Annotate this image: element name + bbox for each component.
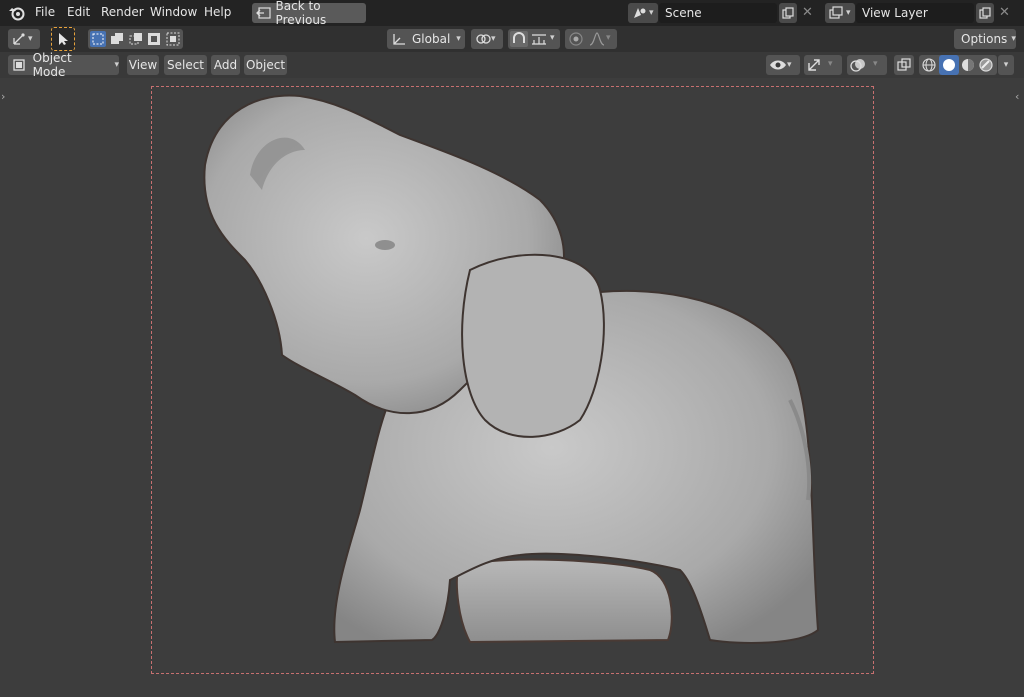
solid-shading-icon[interactable] bbox=[939, 55, 959, 75]
orientation-axes-icon bbox=[393, 34, 405, 45]
scene-icon bbox=[634, 8, 646, 18]
chevron-down-icon[interactable]: ▾ bbox=[606, 33, 611, 43]
snap-increment-icon[interactable] bbox=[531, 31, 547, 47]
menu-select[interactable]: Select bbox=[164, 55, 207, 75]
menu-window[interactable]: Window bbox=[150, 5, 197, 19]
menu-render[interactable]: Render bbox=[101, 5, 144, 19]
object-mode-icon bbox=[13, 59, 25, 71]
options-label: Options bbox=[961, 32, 1008, 46]
options-dropdown[interactable]: Options ▾ bbox=[954, 29, 1016, 49]
menu-file[interactable]: File bbox=[35, 5, 55, 19]
3d-viewport[interactable]: › ‹ bbox=[0, 78, 1024, 697]
select-new-icon[interactable] bbox=[90, 31, 106, 47]
mode-label: Object Mode bbox=[32, 51, 72, 79]
back-icon bbox=[256, 7, 271, 19]
chevron-down-icon: ▾ bbox=[787, 60, 792, 70]
close-icon[interactable]: ✕ bbox=[999, 5, 1010, 20]
view-layer-name-field[interactable]: View Layer bbox=[856, 3, 974, 23]
new-icon bbox=[782, 7, 794, 19]
transform-orientation-label: Global bbox=[412, 32, 451, 46]
transform-orientation-dropdown[interactable]: Global ▾ bbox=[387, 29, 465, 49]
menu-add[interactable]: Add bbox=[211, 55, 240, 75]
xray-toggle[interactable] bbox=[894, 55, 914, 75]
chevron-down-icon: ▾ bbox=[649, 8, 654, 18]
menu-view[interactable]: View bbox=[127, 55, 159, 75]
sidebar-expand-chevron-icon[interactable]: ‹ bbox=[1015, 90, 1019, 103]
mode-dropdown[interactable]: Object Mode ▾ bbox=[8, 51, 119, 79]
snap-group: ▾ bbox=[508, 29, 560, 49]
gizmo-group: ▾ bbox=[804, 55, 842, 75]
chevron-down-icon[interactable]: ▾ bbox=[873, 59, 878, 69]
chevron-down-icon: ▾ bbox=[456, 34, 461, 44]
overlay-group: ▾ bbox=[847, 55, 887, 75]
scene-browse-button[interactable]: ▾ bbox=[628, 3, 658, 23]
select-extend-icon[interactable] bbox=[109, 31, 125, 47]
select-invert-icon[interactable] bbox=[146, 31, 162, 47]
chevron-down-icon: ▾ bbox=[1011, 34, 1016, 44]
back-to-previous-button[interactable]: Back to Previous bbox=[252, 0, 366, 27]
overlay-icon[interactable] bbox=[850, 57, 866, 73]
close-icon[interactable]: ✕ bbox=[802, 5, 813, 20]
view-layer-icon bbox=[829, 6, 843, 19]
visibility-icon bbox=[770, 60, 786, 70]
select-intersect-icon[interactable] bbox=[165, 31, 181, 47]
chevron-down-icon[interactable]: ▾ bbox=[550, 33, 555, 43]
tool-settings-bar: ▾ Global ▾ ▾ ▾ ▾ Options ▾ bbox=[0, 26, 1024, 52]
toolbar-expand-chevron-icon[interactable]: › bbox=[1, 90, 5, 103]
chevron-down-icon: ▾ bbox=[1003, 60, 1009, 70]
new-icon bbox=[979, 7, 991, 19]
select-mode-group bbox=[88, 29, 183, 49]
gizmo-icon[interactable] bbox=[806, 57, 822, 73]
material-shading-icon[interactable] bbox=[960, 57, 976, 73]
select-cursor-icon bbox=[59, 33, 68, 45]
menu-edit[interactable]: Edit bbox=[67, 5, 90, 19]
select-subtract-icon[interactable] bbox=[128, 31, 144, 47]
proportional-edit-icon[interactable] bbox=[568, 31, 584, 47]
top-bar: File Edit Render Window Help Back to Pre… bbox=[0, 0, 1024, 27]
chevron-down-icon: ▾ bbox=[846, 8, 851, 18]
select-tool-button[interactable] bbox=[51, 27, 75, 51]
snap-icon[interactable] bbox=[510, 31, 528, 47]
pivot-point-icon bbox=[476, 34, 491, 44]
chevron-down-icon: ▾ bbox=[491, 34, 496, 44]
back-to-previous-label: Back to Previous bbox=[275, 0, 327, 27]
proportional-edit-group: ▾ bbox=[565, 29, 617, 49]
pivot-point-dropdown[interactable]: ▾ bbox=[471, 29, 503, 49]
viewport-header: Object Mode ▾ View Select Add Object ▾ ▾… bbox=[0, 51, 1024, 79]
chevron-down-icon[interactable]: ▾ bbox=[828, 59, 833, 69]
transform-pivot-button[interactable]: ▾ bbox=[8, 29, 40, 49]
blender-logo-icon[interactable] bbox=[8, 5, 26, 21]
rendered-shading-icon[interactable] bbox=[978, 57, 994, 73]
menu-object[interactable]: Object bbox=[244, 55, 287, 75]
shading-mode-group bbox=[919, 55, 997, 75]
scene-name-field[interactable]: Scene bbox=[659, 3, 777, 23]
shading-options-dropdown[interactable]: ▾ bbox=[998, 55, 1014, 75]
new-view-layer-button[interactable] bbox=[976, 3, 994, 23]
view-layer-browse-button[interactable]: ▾ bbox=[825, 3, 855, 23]
new-scene-button[interactable] bbox=[779, 3, 797, 23]
falloff-curve-icon[interactable] bbox=[589, 31, 605, 47]
chevron-down-icon: ▾ bbox=[114, 60, 119, 70]
menu-help[interactable]: Help bbox=[204, 5, 231, 19]
xray-icon bbox=[897, 58, 911, 71]
visibility-dropdown[interactable]: ▾ bbox=[766, 55, 800, 75]
transform-pivot-icon bbox=[13, 33, 25, 45]
chevron-down-icon: ▾ bbox=[28, 34, 33, 44]
elephant-model[interactable] bbox=[151, 86, 874, 674]
wireframe-shading-icon[interactable] bbox=[921, 57, 937, 73]
